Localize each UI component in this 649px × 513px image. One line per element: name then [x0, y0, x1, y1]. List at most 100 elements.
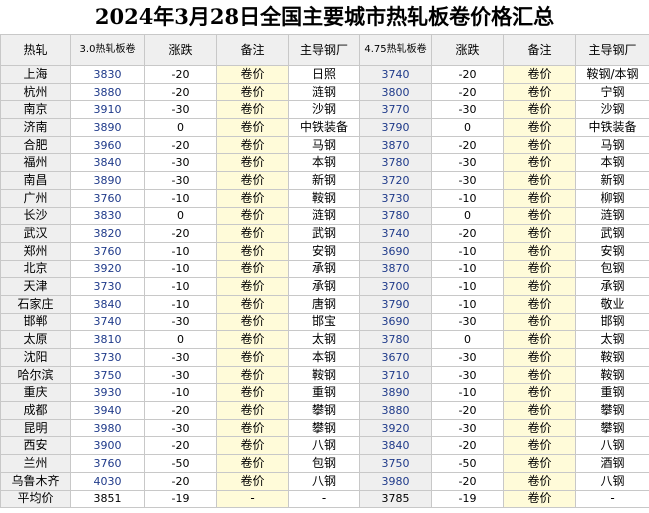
cell-city: 长沙 [0, 206, 71, 226]
cell-city: 福州 [0, 153, 71, 173]
cell-note-4-75: 卷价 [503, 330, 576, 349]
cell-mill-4-75: 重钢 [575, 383, 649, 403]
table-row: 哈尔滨 3750 -30 卷价 鞍钢 3710 -30 卷价 鞍钢 [0, 365, 649, 385]
cell-note-3-0: 卷价 [216, 65, 289, 84]
cell-city: 昆明 [0, 418, 71, 438]
cell-price-3-0: 3810 [70, 330, 145, 349]
cell-note-4-75: 卷价 [503, 365, 576, 385]
cell-change-4-75: -10 [431, 259, 504, 279]
cell-price-4-75: 3890 [359, 383, 432, 403]
cell-note-3-0: 卷价 [216, 454, 289, 473]
cell-mill-3-0: 马钢 [288, 135, 360, 155]
cell-note-3-0: 卷价 [216, 188, 289, 208]
cell-price-3-0: 3980 [70, 418, 145, 438]
header-change-4-75: 涨跌 [431, 34, 504, 66]
table-row: 北京 3920 -10 卷价 承钢 3870 -10 卷价 包钢 [0, 259, 649, 279]
cell-note-4-75: 卷价 [503, 436, 576, 456]
cell-mill-3-0: 承钢 [288, 277, 360, 296]
cell-note-3-0: 卷价 [216, 294, 289, 314]
cell-price-3-0: 3820 [70, 224, 145, 243]
cell-note-4-75: 卷价 [503, 100, 576, 120]
cell-price-3-0: 4030 [70, 471, 145, 491]
header-mill-3-0: 主导钢厂 [288, 34, 360, 66]
cell-price-3-0: 3760 [70, 454, 145, 473]
cell-mill-4-75: 鞍钢/本钢 [575, 65, 649, 84]
table-row: 太原 3810 0 卷价 太钢 3780 0 卷价 太钢 [0, 330, 649, 349]
cell-note-3-0: 卷价 [216, 383, 289, 403]
cell-note-3-0: 卷价 [216, 277, 289, 296]
cell-price-3-0: 3910 [70, 100, 145, 120]
cell-price-4-75: 3780 [359, 153, 432, 173]
cell-mill-4-75: 鞍钢 [575, 365, 649, 385]
cell-mill-3-0: 中铁装备 [288, 118, 360, 137]
cell-mill-4-75: 敬业 [575, 294, 649, 314]
table-row: 南京 3910 -30 卷价 沙钢 3770 -30 卷价 沙钢 [0, 100, 649, 120]
cell-city: 合肥 [0, 135, 71, 155]
cell-price-4-75: 3880 [359, 401, 432, 420]
cell-mill-4-75: 柳钢 [575, 188, 649, 208]
table-row: 广州 3760 -10 卷价 鞍钢 3730 -10 卷价 柳钢 [0, 188, 649, 208]
table-row: 昆明 3980 -30 卷价 攀钢 3920 -30 卷价 攀钢 [0, 418, 649, 438]
cell-change-3-0: -10 [144, 383, 217, 403]
cell-note-4-75: 卷价 [503, 82, 576, 102]
cell-mill-4-75: 沙钢 [575, 100, 649, 120]
cell-change-4-75: -10 [431, 241, 504, 261]
cell-mill-4-75: 承钢 [575, 277, 649, 296]
cell-note-3-0: 卷价 [216, 241, 289, 261]
cell-city: 天津 [0, 277, 71, 296]
table-row: 上海 3830 -20 卷价 日照 3740 -20 卷价 鞍钢/本钢 [0, 65, 649, 84]
cell-change-3-0: -10 [144, 259, 217, 279]
cell-price-4-75: 3670 [359, 348, 432, 367]
cell-change-3-0: -20 [144, 65, 217, 84]
cell-note-3-0: 卷价 [216, 348, 289, 367]
cell-change-3-0: -10 [144, 241, 217, 261]
cell-note-4-75: 卷价 [503, 348, 576, 367]
cell-change-3-0: -20 [144, 436, 217, 456]
cell-change-4-75: -30 [431, 171, 504, 190]
cell-mill-4-75: 鞍钢 [575, 348, 649, 367]
cell-price-3-0: 3840 [70, 153, 145, 173]
cell-price-3-0: 3730 [70, 277, 145, 296]
cell-note-3-0: 卷价 [216, 206, 289, 226]
cell-note-3-0: 卷价 [216, 82, 289, 102]
cell-price-4-75: 3870 [359, 135, 432, 155]
cell-change-3-0: -20 [144, 224, 217, 243]
cell-change-3-0: -30 [144, 348, 217, 367]
cell-price-3-0: 3940 [70, 401, 145, 420]
cell-mill-4-75: 中铁装备 [575, 118, 649, 137]
cell-change-3-0: 0 [144, 206, 217, 226]
cell-change-4-75: -50 [431, 454, 504, 473]
table-row: 南昌 3890 -30 卷价 新钢 3720 -30 卷价 新钢 [0, 171, 649, 190]
cell-mill-3-0: 鞍钢 [288, 365, 360, 385]
cell-city: 哈尔滨 [0, 365, 71, 385]
cell-mill-4-75: 八钢 [575, 436, 649, 456]
cell-change-4-75: 0 [431, 118, 504, 137]
cell-mill-3-0: 攀钢 [288, 401, 360, 420]
cell-note-3-0: 卷价 [216, 135, 289, 155]
cell-city: 沈阳 [0, 348, 71, 367]
cell-change-4-75: 0 [431, 206, 504, 226]
cell-price-4-75: 3790 [359, 118, 432, 137]
cell-note-4-75: 卷价 [503, 171, 576, 190]
cell-price-4-75: 3780 [359, 330, 432, 349]
cell-change-4-75: -30 [431, 365, 504, 385]
cell-note-3-0: - [216, 489, 289, 509]
cell-note-3-0: 卷价 [216, 471, 289, 491]
cell-mill-3-0: 鞍钢 [288, 188, 360, 208]
cell-city: 武汉 [0, 224, 71, 243]
cell-price-4-75: 3790 [359, 294, 432, 314]
cell-note-3-0: 卷价 [216, 224, 289, 243]
cell-mill-3-0: 八钢 [288, 471, 360, 491]
average-row: 平均价 3851 -19- -3785 -19 卷价 - [0, 489, 649, 509]
cell-mill-4-75: 本钢 [575, 153, 649, 173]
table-row: 郑州 3760 -10 卷价 安钢 3690 -10 卷价 安钢 [0, 241, 649, 261]
cell-city: 乌鲁木齐 [0, 471, 71, 491]
table-row: 福州 3840 -30 卷价 本钢 3780 -30 卷价 本钢 [0, 153, 649, 173]
cell-city: 广州 [0, 188, 71, 208]
table-row: 西安 3900 -20 卷价 八钢 3840 -20 卷价 八钢 [0, 436, 649, 456]
header-note-3-0: 备注 [216, 34, 289, 66]
cell-mill-4-75: - [575, 489, 649, 509]
table-body: 上海 3830 -20 卷价 日照 3740 -20 卷价 鞍钢/本钢 杭州 3880 -20 卷价 涟钢… [0, 65, 649, 509]
cell-note-4-75: 卷价 [503, 188, 576, 208]
cell-city: 郑州 [0, 241, 71, 261]
